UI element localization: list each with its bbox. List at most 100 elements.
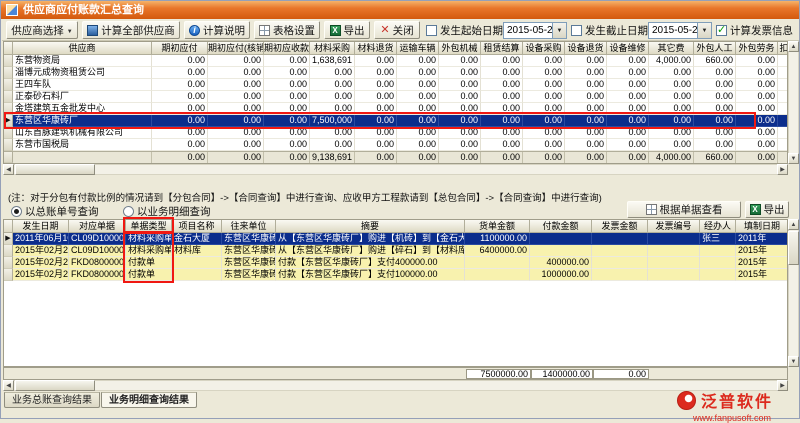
- cell[interactable]: 山东首脉建筑机械有限公司: [13, 127, 152, 139]
- cell[interactable]: 0.00: [208, 103, 264, 115]
- column-header[interactable]: 往来单位: [222, 220, 276, 233]
- cell[interactable]: 0.00: [355, 67, 397, 79]
- cell[interactable]: 6400000.00: [465, 245, 530, 257]
- cell[interactable]: 4,000.00: [649, 55, 694, 67]
- cell[interactable]: 1,638,691: [310, 55, 355, 67]
- cell[interactable]: 0.00: [694, 91, 736, 103]
- cell[interactable]: [700, 269, 736, 281]
- column-header[interactable]: 发生日期: [13, 220, 69, 233]
- supplier-row[interactable]: 东营物资局0.000.000.001,638,6910.000.000.000.…: [4, 55, 787, 67]
- cell[interactable]: 东营物资局: [13, 55, 152, 67]
- supplier-row[interactable]: 正泰砂石料厂0.000.000.000.000.000.000.000.000.…: [4, 91, 787, 103]
- cell[interactable]: 0.00: [208, 127, 264, 139]
- column-header[interactable]: 经办人: [700, 220, 736, 233]
- scrollbar-thumb[interactable]: [788, 231, 799, 265]
- column-header[interactable]: 设备退货: [565, 42, 607, 55]
- cell[interactable]: 0.00: [397, 103, 439, 115]
- detail-vscrollbar[interactable]: [788, 219, 799, 367]
- cell[interactable]: 王四车队: [13, 79, 152, 91]
- supplier-row[interactable]: 淄博元成物资租赁公司0.000.000.000.000.000.000.000.…: [4, 67, 787, 79]
- result-tab[interactable]: 业务总账查询结果: [4, 392, 100, 408]
- column-header[interactable]: 摘要: [276, 220, 465, 233]
- cell[interactable]: 0.00: [481, 127, 523, 139]
- column-header[interactable]: 材料采购: [310, 42, 355, 55]
- column-header[interactable]: 扣分包款: [778, 42, 788, 55]
- column-header[interactable]: 供应商: [13, 42, 152, 55]
- cell[interactable]: 0.00: [607, 139, 649, 151]
- cell[interactable]: 0.00: [355, 103, 397, 115]
- cell[interactable]: 0.00: [736, 115, 778, 127]
- cell[interactable]: 2015年: [736, 257, 788, 269]
- column-header[interactable]: 单据类型: [126, 220, 172, 233]
- cell[interactable]: 东营区华康砖厂: [222, 269, 276, 281]
- column-header[interactable]: 发票金额: [592, 220, 648, 233]
- column-header[interactable]: 设备采购: [523, 42, 565, 55]
- cell[interactable]: [700, 257, 736, 269]
- cell[interactable]: 0.00: [565, 115, 607, 127]
- scroll-down-icon[interactable]: [788, 356, 799, 367]
- cell[interactable]: 0.00: [565, 139, 607, 151]
- cell[interactable]: 材料库: [172, 245, 222, 257]
- close-button[interactable]: 关闭: [374, 21, 420, 39]
- cell[interactable]: 2015年02月27日: [13, 245, 69, 257]
- cell[interactable]: 0.00: [439, 55, 481, 67]
- cell[interactable]: 0.00: [152, 91, 208, 103]
- column-header[interactable]: 材料退货: [355, 42, 397, 55]
- cell[interactable]: 张三: [700, 233, 736, 245]
- cell[interactable]: 0.00: [694, 103, 736, 115]
- cell[interactable]: 东营市国税局: [13, 139, 152, 151]
- cell[interactable]: CL09D100000005: [69, 233, 126, 245]
- grid-settings-button[interactable]: 表格设置: [254, 21, 320, 39]
- cell[interactable]: FKD080000024: [69, 269, 126, 281]
- supplier-row[interactable]: 金塔建筑五金批发中心0.000.000.000.000.000.000.000.…: [4, 103, 787, 115]
- cell[interactable]: 0.00: [649, 91, 694, 103]
- detail-row[interactable]: 2015年02月27日FKD080000024付款单东营区华康砖厂付款【东营区华…: [4, 269, 787, 281]
- cell[interactable]: 0.00: [523, 67, 565, 79]
- cell[interactable]: 0.00: [649, 79, 694, 91]
- cell[interactable]: [648, 269, 700, 281]
- cell[interactable]: 从【东营区华康砖厂】购进【机砖】到【金石大厦】: [276, 233, 465, 245]
- cell[interactable]: 0.00: [264, 127, 310, 139]
- cell[interactable]: 2015年02月27日: [13, 257, 69, 269]
- detail-table[interactable]: 发生日期对应单据单据类型项目名称往来单位摘要货单金额付款金额发票金额发票编号经办…: [3, 219, 788, 367]
- cell[interactable]: [592, 245, 648, 257]
- column-header[interactable]: 运输车辆: [397, 42, 439, 55]
- cell[interactable]: 0.00: [264, 55, 310, 67]
- cell[interactable]: 0.00: [208, 67, 264, 79]
- cell[interactable]: 0.00: [778, 67, 788, 79]
- cell[interactable]: 0.00: [607, 115, 649, 127]
- column-header[interactable]: 外包机械: [439, 42, 481, 55]
- cell[interactable]: 金塔建筑五金批发中心: [13, 103, 152, 115]
- cell[interactable]: 0.00: [481, 139, 523, 151]
- cell[interactable]: 2015年: [736, 269, 788, 281]
- cell[interactable]: 0.00: [397, 139, 439, 151]
- cell[interactable]: 1100000.00: [465, 233, 530, 245]
- cell[interactable]: 0.00: [481, 67, 523, 79]
- cell[interactable]: 0.00: [397, 55, 439, 67]
- cell[interactable]: 材料采购单: [126, 245, 172, 257]
- export-button[interactable]: 导出: [324, 21, 370, 39]
- column-header[interactable]: 租赁结算: [481, 42, 523, 55]
- cell[interactable]: 0.00: [208, 79, 264, 91]
- cell[interactable]: [648, 245, 700, 257]
- scroll-left-icon[interactable]: [3, 380, 14, 391]
- cell[interactable]: 0.00: [152, 79, 208, 91]
- calc-note-button[interactable]: 计算说明: [184, 21, 250, 39]
- cell[interactable]: 0.00: [152, 127, 208, 139]
- cell[interactable]: 0.00: [310, 139, 355, 151]
- cell[interactable]: 0.00: [439, 127, 481, 139]
- cell[interactable]: [530, 245, 592, 257]
- summary-hscrollbar[interactable]: [3, 164, 788, 175]
- column-header[interactable]: 期初应收款票: [264, 42, 310, 55]
- cell[interactable]: 0.00: [694, 79, 736, 91]
- cell[interactable]: 0.00: [523, 79, 565, 91]
- cell[interactable]: 0.00: [397, 91, 439, 103]
- cell[interactable]: 0.00: [649, 139, 694, 151]
- detail-row[interactable]: 2015年02月27日FKD080000023付款单东营区华康砖厂付款【东营区华…: [4, 257, 787, 269]
- cell[interactable]: 0.00: [439, 67, 481, 79]
- cell[interactable]: FKD080000023: [69, 257, 126, 269]
- cell[interactable]: 0.00: [778, 91, 788, 103]
- supplier-select-button[interactable]: 供应商选择: [6, 21, 78, 39]
- scroll-right-icon[interactable]: [777, 164, 788, 175]
- cell[interactable]: 0.00: [310, 103, 355, 115]
